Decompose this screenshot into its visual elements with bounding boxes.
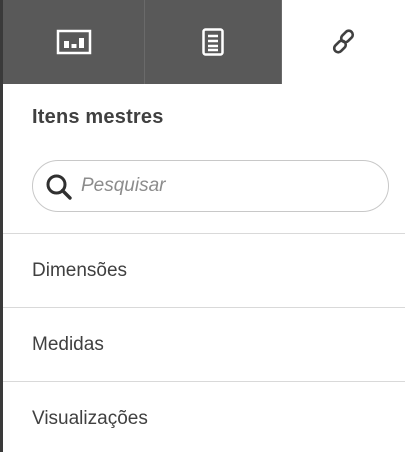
list-item-visualizations[interactable]: Visualizações xyxy=(3,381,405,455)
search-input[interactable] xyxy=(81,171,371,201)
charts-icon xyxy=(56,29,92,55)
tab-charts[interactable] xyxy=(3,0,145,84)
master-items-link-icon xyxy=(329,27,359,57)
asset-tab-bar xyxy=(3,0,405,84)
assets-panel: Itens mestres Dimensões Medidas Visualiz… xyxy=(0,0,405,455)
list-item-measures[interactable]: Medidas xyxy=(3,307,405,381)
master-items-list: Dimensões Medidas Visualizações xyxy=(3,233,405,455)
list-item-label: Medidas xyxy=(32,333,104,355)
tab-fields[interactable] xyxy=(145,0,282,84)
list-item-dimensions[interactable]: Dimensões xyxy=(3,233,405,307)
search-box[interactable] xyxy=(32,160,389,212)
list-item-label: Visualizações xyxy=(32,407,148,429)
search-icon xyxy=(45,173,73,206)
list-item-label: Dimensões xyxy=(32,259,128,281)
fields-list-icon xyxy=(202,28,224,56)
section-title: Itens mestres xyxy=(32,106,164,128)
tab-master-items[interactable] xyxy=(282,0,405,84)
